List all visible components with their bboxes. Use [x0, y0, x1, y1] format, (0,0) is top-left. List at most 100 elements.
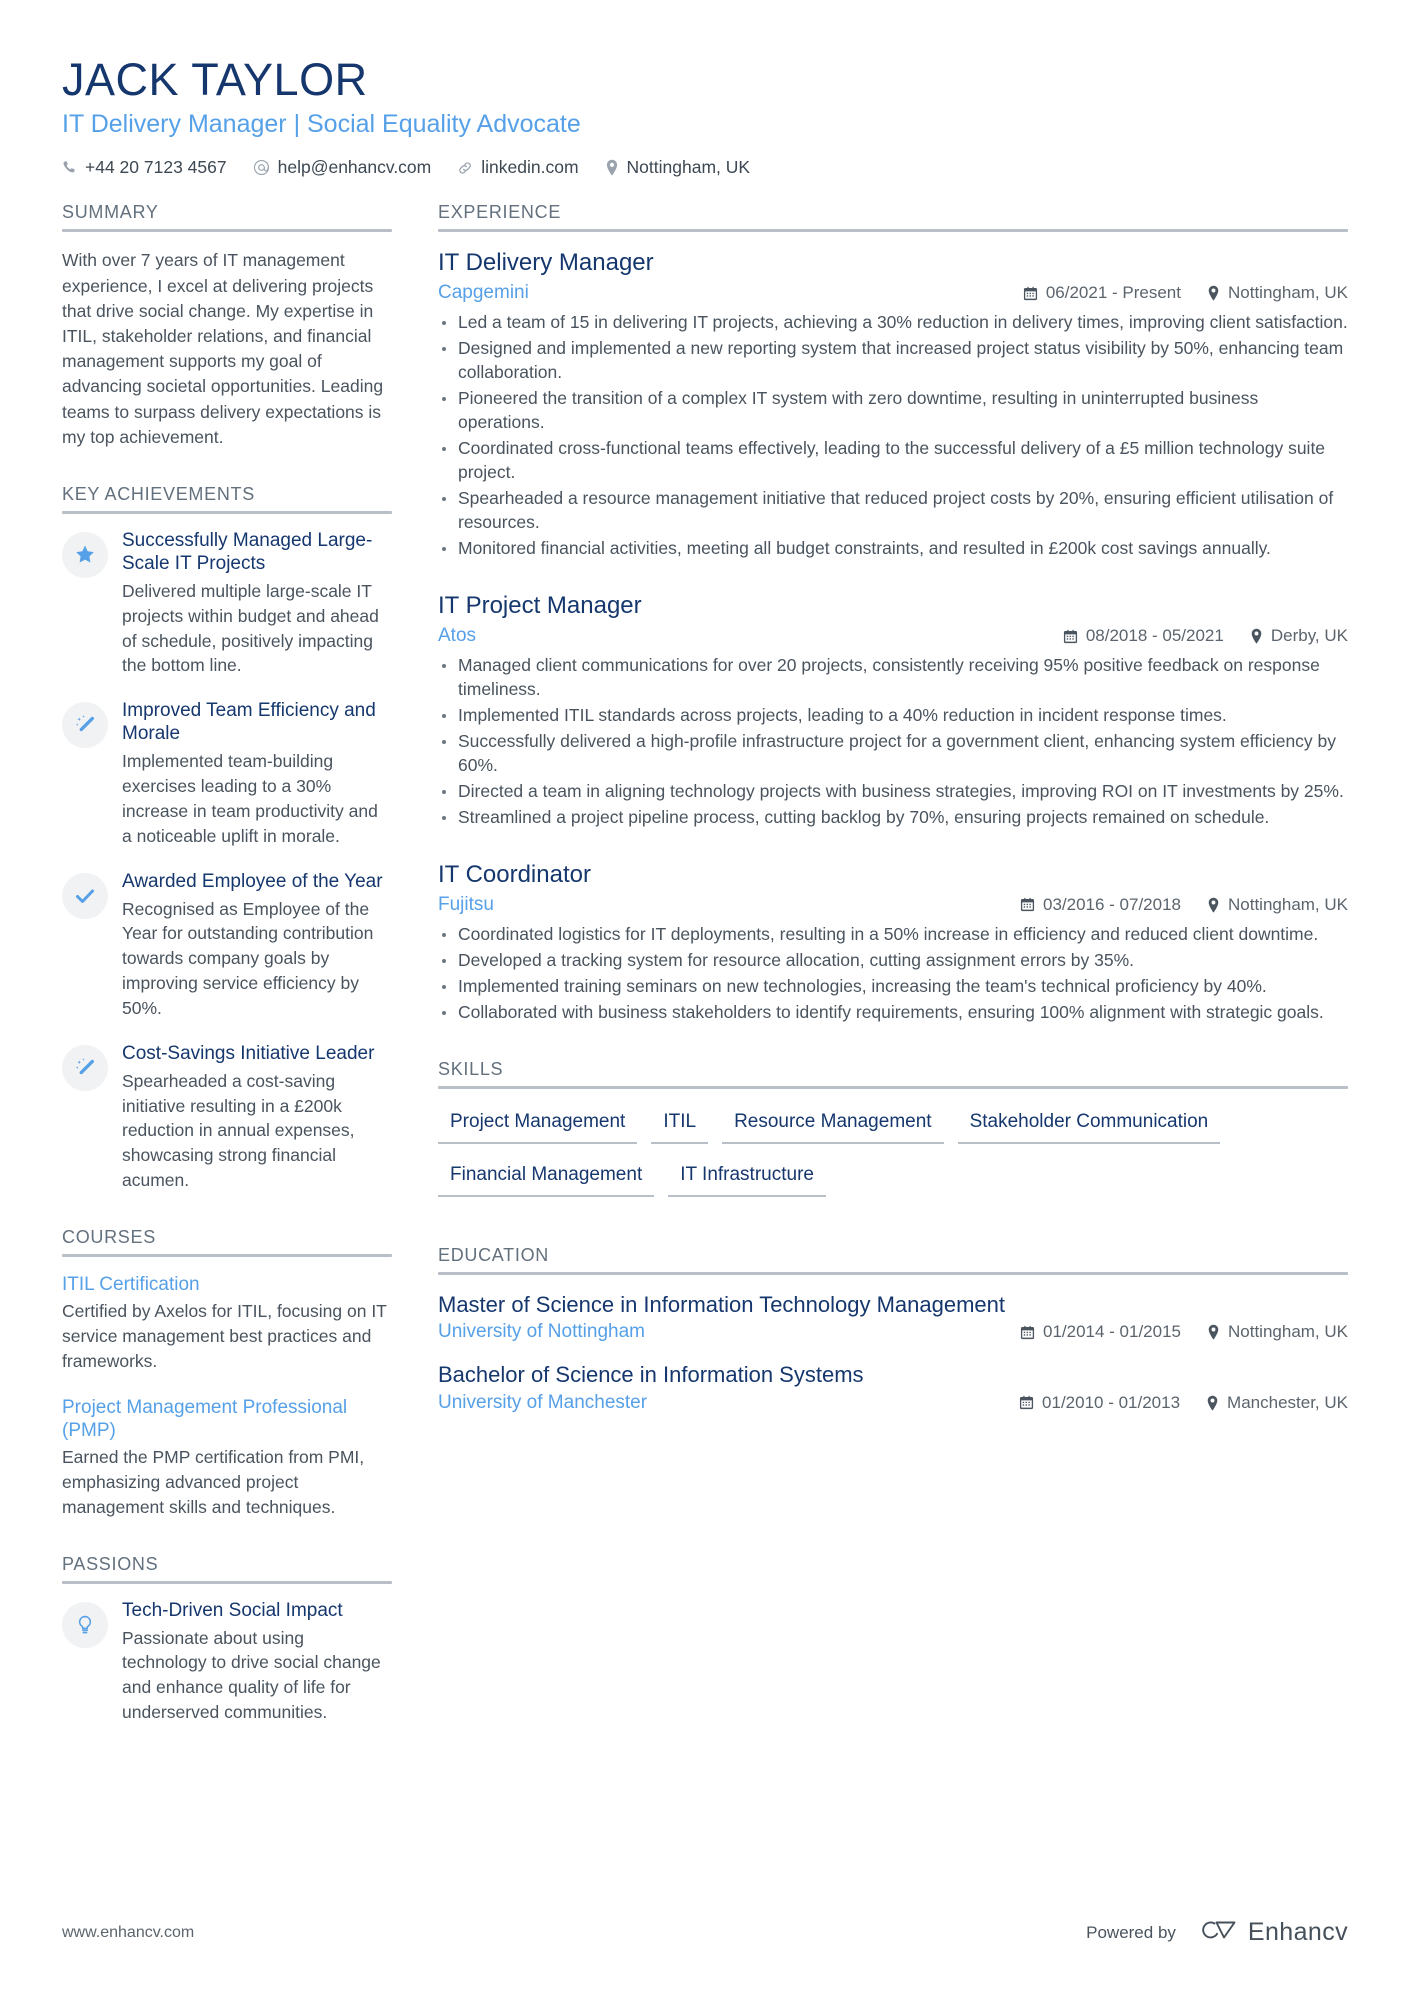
- course-description: Certified by Axelos for ITIL, focusing o…: [62, 1301, 387, 1371]
- bullet-item: Collaborated with business stakeholders …: [438, 1001, 1348, 1025]
- page-footer: www.enhancv.com Powered by Enhancv: [62, 1916, 1348, 1949]
- education-item: Bachelor of Science in Information Syste…: [438, 1361, 1348, 1414]
- contact-phone-text: +44 20 7123 4567: [85, 157, 227, 178]
- experience-location-text: Nottingham, UK: [1228, 894, 1348, 914]
- section-divider: [62, 1580, 392, 1584]
- experience-dates: 03/2016 - 07/2018: [1020, 895, 1181, 915]
- experience-dates-text: 03/2016 - 07/2018: [1042, 894, 1181, 914]
- experience-role: IT Project Manager: [438, 592, 642, 620]
- bullet-item: Directed a team in aligning technology p…: [438, 780, 1348, 804]
- enhancv-wordmark: Enhancv: [1247, 1918, 1348, 1946]
- experience-dates-text: 06/2021 - Present: [1045, 283, 1181, 303]
- section-title-education: EDUCATION: [438, 1244, 549, 1265]
- experience-meta-right: 06/2021 - Present Nottingham, UK: [1023, 283, 1348, 303]
- location-pin-icon: [605, 159, 619, 176]
- passion-item: Tech-Driven Social Impact Passionate abo…: [62, 1600, 392, 1725]
- education-school[interactable]: University of Manchester: [438, 1392, 647, 1414]
- achievement-body: Improved Team Efficiency and Morale Impl…: [122, 700, 392, 848]
- passion-description: Passionate about using technology to dri…: [122, 1627, 381, 1723]
- education-school[interactable]: University of Nottingham: [438, 1321, 645, 1343]
- experience-company[interactable]: Fujitsu: [438, 894, 494, 916]
- passion-body: Tech-Driven Social Impact Passionate abo…: [122, 1600, 392, 1725]
- achievement-body: Successfully Managed Large-Scale IT Proj…: [122, 530, 392, 678]
- experience-location-text: Derby, UK: [1270, 626, 1348, 646]
- experience-meta-right: 08/2018 - 05/2021 Derby, UK: [1063, 626, 1348, 646]
- bullet-item: Coordinated cross-functional teams effec…: [438, 437, 1348, 485]
- magic-wand-icon: [62, 1044, 108, 1091]
- education-meta: University of Manchester 01/2010 - 01/20…: [438, 1392, 1348, 1414]
- education-degree: Master of Science in Information Technol…: [438, 1291, 1006, 1317]
- section-title-summary: SUMMARY: [62, 202, 159, 223]
- section-skills: SKILLS Project Management ITIL Resource …: [438, 1059, 1348, 1211]
- education-meta: University of Nottingham 01/2014 - 01/20…: [438, 1321, 1348, 1343]
- achievement-item: Awarded Employee of the Year Recognised …: [62, 871, 392, 1021]
- contact-row: +44 20 7123 4567 help@enhancv.com linked…: [62, 157, 1348, 178]
- education-degree: Bachelor of Science in Information Syste…: [438, 1362, 864, 1388]
- calendar-icon: [1020, 897, 1035, 912]
- phone-icon: [62, 160, 77, 175]
- bullet-item: Designed and implemented a new reporting…: [438, 337, 1348, 385]
- contact-email-text: help@enhancv.com: [277, 157, 432, 178]
- section-divider: [62, 510, 392, 514]
- education-meta-right: 01/2014 - 01/2015 Nottingham, UK: [1020, 1322, 1348, 1342]
- course-title[interactable]: Project Management Professional (PMP): [62, 1396, 392, 1442]
- bullet-item: Monitored financial activities, meeting …: [438, 537, 1348, 561]
- experience-item: IT Coordinator Fujitsu 03/2016 - 07/2018: [438, 860, 1348, 1025]
- experience-meta: Atos 08/2018 - 05/2021 Derby, UK: [438, 625, 1348, 647]
- achievement-title: Successfully Managed Large-Scale IT Proj…: [122, 529, 373, 574]
- bullet-item: Spearheaded a resource management initia…: [438, 487, 1348, 535]
- section-divider: [438, 1085, 1348, 1089]
- experience-location: Nottingham, UK: [1207, 283, 1348, 303]
- experience-meta: Capgemini 06/2021 - Present Nottingham, …: [438, 282, 1348, 304]
- experience-company[interactable]: Atos: [438, 625, 476, 647]
- experience-location: Derby, UK: [1250, 626, 1348, 646]
- section-divider: [62, 229, 392, 233]
- section-title-experience: EXPERIENCE: [438, 202, 562, 223]
- bullet-item: Successfully delivered a high-profile in…: [438, 730, 1348, 778]
- skill-tag: Stakeholder Communication: [957, 1105, 1221, 1144]
- achievement-title: Awarded Employee of the Year: [122, 870, 383, 892]
- section-divider: [438, 229, 1348, 233]
- magic-wand-icon: [62, 702, 108, 749]
- education-item: Master of Science in Information Technol…: [438, 1291, 1348, 1344]
- resume-page: JACK TAYLOR IT Delivery Manager | Social…: [0, 0, 1410, 1995]
- experience-item: IT Delivery Manager Capgemini 06/2021 - …: [438, 248, 1348, 561]
- achievement-body: Awarded Employee of the Year Recognised …: [122, 871, 392, 1021]
- experience-role: IT Delivery Manager: [438, 249, 654, 277]
- section-title-courses: COURSES: [62, 1226, 156, 1247]
- section-courses: COURSES ITIL Certification Certified by …: [62, 1227, 392, 1520]
- star-icon: [62, 531, 108, 578]
- skill-tag: Financial Management: [438, 1158, 655, 1197]
- achievement-title: Improved Team Efficiency and Morale: [122, 700, 376, 745]
- education-dates: 01/2010 - 01/2013: [1019, 1393, 1180, 1413]
- contact-email[interactable]: help@enhancv.com: [253, 157, 432, 178]
- course-item: Project Management Professional (PMP) Ea…: [62, 1396, 392, 1520]
- resume-body: SUMMARY With over 7 years of IT manageme…: [62, 202, 1348, 1759]
- right-column: EXPERIENCE IT Delivery Manager Capgemini…: [438, 202, 1348, 1447]
- skills-list: Project Management ITIL Resource Managem…: [438, 1105, 1348, 1211]
- footer-brand: Powered by Enhancv: [1086, 1916, 1348, 1949]
- section-key-achievements: KEY ACHIEVEMENTS Successfully Managed La…: [62, 484, 392, 1193]
- experience-dates-text: 08/2018 - 05/2021: [1085, 626, 1224, 646]
- achievement-item: Cost-Savings Initiative Leader Spearhead…: [62, 1043, 392, 1193]
- course-title[interactable]: ITIL Certification: [62, 1273, 392, 1296]
- section-passions: PASSIONS Tech-Driven Social Impact Passi…: [62, 1554, 392, 1725]
- location-pin-icon: [1250, 628, 1263, 644]
- calendar-icon: [1063, 629, 1078, 644]
- education-dates-text: 01/2014 - 01/2015: [1042, 1322, 1181, 1342]
- section-education: EDUCATION Master of Science in Informati…: [438, 1245, 1348, 1414]
- contact-linkedin-text: linkedin.com: [481, 157, 579, 178]
- section-title-passions: PASSIONS: [62, 1553, 159, 1574]
- location-pin-icon: [1207, 897, 1220, 913]
- section-divider: [62, 1253, 392, 1257]
- experience-item: IT Project Manager Atos 08/2018 - 05/202…: [438, 591, 1348, 830]
- contact-linkedin[interactable]: linkedin.com: [457, 157, 579, 178]
- skill-tag: IT Infrastructure: [668, 1158, 826, 1197]
- email-icon: [253, 159, 270, 176]
- bullet-item: Coordinated logistics for IT deployments…: [438, 923, 1348, 947]
- passion-title: Tech-Driven Social Impact: [122, 1599, 343, 1621]
- summary-text: With over 7 years of IT management exper…: [62, 250, 384, 447]
- contact-phone[interactable]: +44 20 7123 4567: [62, 157, 227, 178]
- experience-company[interactable]: Capgemini: [438, 282, 529, 304]
- footer-url[interactable]: www.enhancv.com: [62, 1924, 194, 1942]
